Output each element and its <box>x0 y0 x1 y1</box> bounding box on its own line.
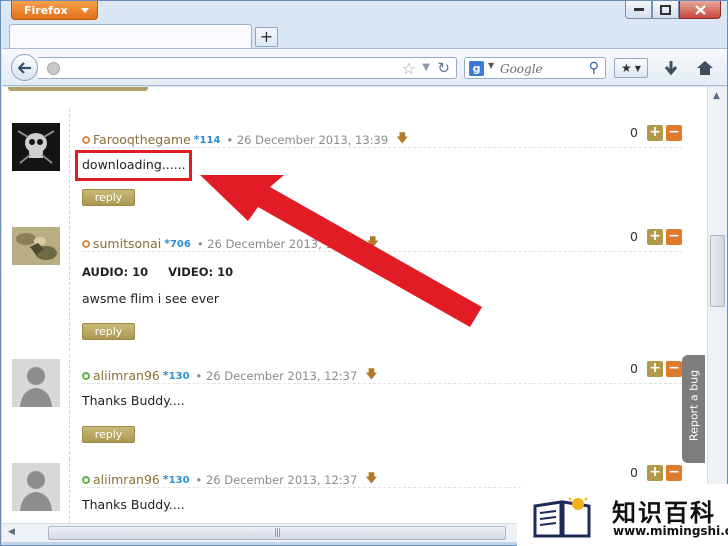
url-bar[interactable]: ☆ ▼ ↻ <box>38 57 457 79</box>
book-lightbulb-icon <box>533 496 591 538</box>
bookmarks-button[interactable]: ★ ▼ <box>614 58 648 78</box>
vertical-scrollbar[interactable]: ▲ ▼ <box>707 87 727 523</box>
navigation-toolbar: ☆ ▼ ↻ g ▼ Google ⚲ ★ ▼ <box>2 48 727 86</box>
download-arrow-icon <box>664 61 678 76</box>
watermark-logo: 知识百科 www.mimingshi.com <box>517 484 728 546</box>
close-button[interactable] <box>679 1 721 19</box>
report-bug-tab[interactable]: Report a bug <box>682 355 705 463</box>
globe-icon <box>47 62 60 75</box>
minimize-icon <box>633 7 644 11</box>
home-button[interactable] <box>694 57 716 79</box>
search-placeholder: Google <box>500 62 543 76</box>
maximize-button[interactable] <box>652 1 679 19</box>
firefox-menu-label: Firefox <box>24 4 68 17</box>
scroll-up-icon[interactable]: ▲ <box>713 91 720 101</box>
browser-window: Firefox + ☆ ▼ ↻ g ▼ Google ⚲ ★ ▼ Farooqt… <box>0 0 728 546</box>
chevron-down-icon <box>81 8 89 13</box>
minimize-button[interactable] <box>625 1 652 19</box>
search-bar[interactable]: g ▼ Google ⚲ <box>464 57 606 79</box>
browser-tab[interactable] <box>9 24 252 49</box>
horizontal-scroll-thumb[interactable]: ||| <box>48 526 506 540</box>
search-icon[interactable]: ⚲ <box>589 60 599 76</box>
bookmark-star-icon[interactable]: ☆ <box>402 59 416 78</box>
scroll-grip-icon: ||| <box>274 528 281 538</box>
scroll-left-icon[interactable]: ◀ <box>8 527 15 537</box>
history-dropdown-icon[interactable]: ▼ <box>422 60 430 76</box>
report-bug-label: Report a bug <box>687 369 701 442</box>
chevron-down-icon: ▼ <box>634 63 641 73</box>
watermark-chinese-text: 知识百科 <box>612 499 716 527</box>
vertical-scroll-thumb[interactable] <box>710 235 725 307</box>
downloads-button[interactable] <box>660 57 682 79</box>
search-engine-dropdown-icon[interactable]: ▼ <box>488 61 494 70</box>
maximize-icon <box>660 4 671 15</box>
search-engine-icon[interactable]: g <box>469 61 484 76</box>
firefox-menu-button[interactable]: Firefox <box>11 1 98 20</box>
bookmarks-star-icon: ★ <box>621 61 632 75</box>
new-tab-button[interactable]: + <box>255 27 278 47</box>
watermark-url: www.mimingshi.com <box>613 524 728 538</box>
red-arrow-annotation <box>200 175 482 327</box>
home-icon <box>697 61 713 75</box>
window-controls <box>625 1 721 19</box>
page-content: Farooqthegame *114 • 26 December 2013, 1… <box>2 87 707 523</box>
close-icon <box>694 4 706 15</box>
reload-icon[interactable]: ↻ <box>437 59 450 77</box>
back-arrow-icon <box>17 61 31 74</box>
back-button[interactable] <box>11 54 38 81</box>
